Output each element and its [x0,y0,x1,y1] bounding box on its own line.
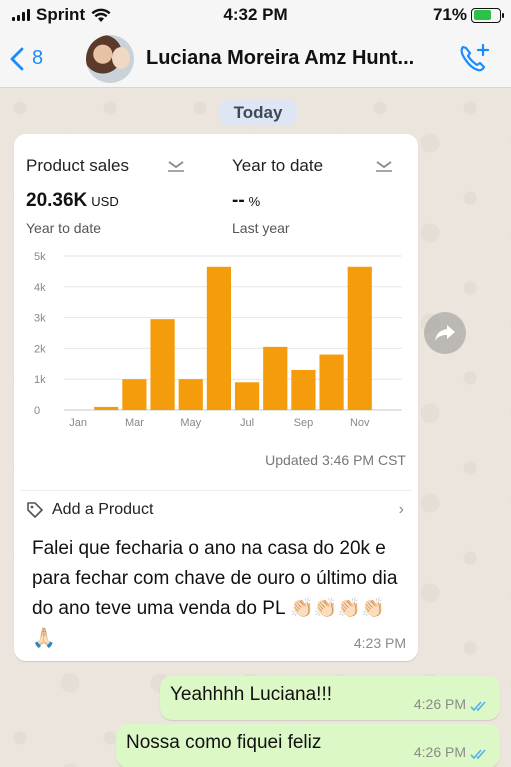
x-tick-label: Jan [69,417,87,429]
battery-percent: 71% [432,5,467,24]
add-product-link[interactable]: Add a Product › [20,490,412,528]
y-tick-label: 3k [34,313,46,325]
battery-icon [471,7,504,23]
outgoing-text: Nossa como fiquei feliz [126,732,322,753]
outgoing-text: Yeahhhh Luciana!!! [170,684,333,705]
battery-info: 71% [432,5,504,25]
outgoing-time: 4:26 PM [413,744,466,760]
back-button[interactable]: 8 [10,47,43,71]
right-unit: % [248,194,261,209]
chevron-down-icon [376,161,392,172]
x-tick-label: Sep [294,417,314,429]
right-value: -- [232,190,245,211]
outgoing-message[interactable]: Yeahhhh Luciana!!! 4:26 PM [160,676,500,720]
y-tick-label: 5k [34,251,46,263]
chevron-right-icon: › [398,500,404,518]
shared-screenshot[interactable]: Product sales Year to date 20.36K USD --%… [20,140,412,524]
contact-name[interactable]: Luciana Moreira Amz Hunt... [146,47,446,70]
read-ticks-icon [470,701,486,712]
x-tick-label: Mar [125,417,144,429]
tag-icon [27,501,43,518]
left-metric-sub: Year to date [26,220,101,236]
bar-oct [319,354,344,410]
bar-jun [206,266,232,410]
message-text: Falei que fecharia o ano na casa do 20k … [32,538,398,649]
x-tick-label: May [180,417,201,429]
chevron-down-icon [168,161,184,172]
left-value: 20.36K [26,190,88,211]
incoming-message[interactable]: Product sales Year to date 20.36K USD --%… [14,134,418,661]
x-tick-label: Nov [350,417,370,429]
sales-chart-svg: 0 1k 2k 3k 4k 5k Jan Mar May Jul Sep Nov [34,251,402,429]
updated-label: Updated 3:46 PM CST [265,452,406,468]
y-tick-label: 4k [34,282,46,294]
date-label: Today [219,100,297,126]
bar-apr [150,319,175,410]
add-product-label: Add a Product [52,500,154,518]
add-call-button[interactable] [457,42,491,81]
y-tick-label: 1k [34,374,46,386]
share-arrow-icon [435,325,455,341]
right-metric-sub: Last year [232,220,290,236]
status-bar: Sprint 4:32 PM 71% [0,0,511,30]
bar-nov [347,266,372,410]
read-ticks-icon [470,749,486,760]
sales-chart: 0 1k 2k 3k 4k 5k Jan Mar May Jul Sep Nov [24,240,408,450]
right-metric-value: --% [232,190,260,212]
bar-sep [291,369,316,410]
avatar[interactable] [86,34,134,83]
chat-area[interactable]: Today Product sales Year to date 20.36K U… [0,88,511,767]
forward-button[interactable] [424,312,466,354]
unread-count: 8 [32,47,44,69]
right-metric-label: Year to date [232,156,324,175]
y-tick-label: 0 [34,405,40,417]
battery-level [473,10,492,20]
bar-mar [122,379,147,410]
bar-may [178,379,203,410]
outgoing-time: 4:26 PM [413,696,466,712]
x-tick-label: Jul [240,417,254,429]
y-tick-label: 2k [34,343,46,355]
chevron-left-icon [10,47,24,70]
outgoing-message[interactable]: Nossa como fiquei feliz 4:26 PM [116,724,500,767]
message-time: 4:23 PM [353,635,406,651]
bar-aug [263,346,288,410]
left-unit: USD [91,194,119,209]
chat-header: 8 Luciana Moreira Amz Hunt... [0,30,511,88]
bar-feb [94,406,119,410]
phone-plus-icon [460,43,490,72]
bar-jul [234,382,260,410]
left-metric-value: 20.36K USD [26,190,119,212]
left-metric-label: Product sales [26,156,129,175]
